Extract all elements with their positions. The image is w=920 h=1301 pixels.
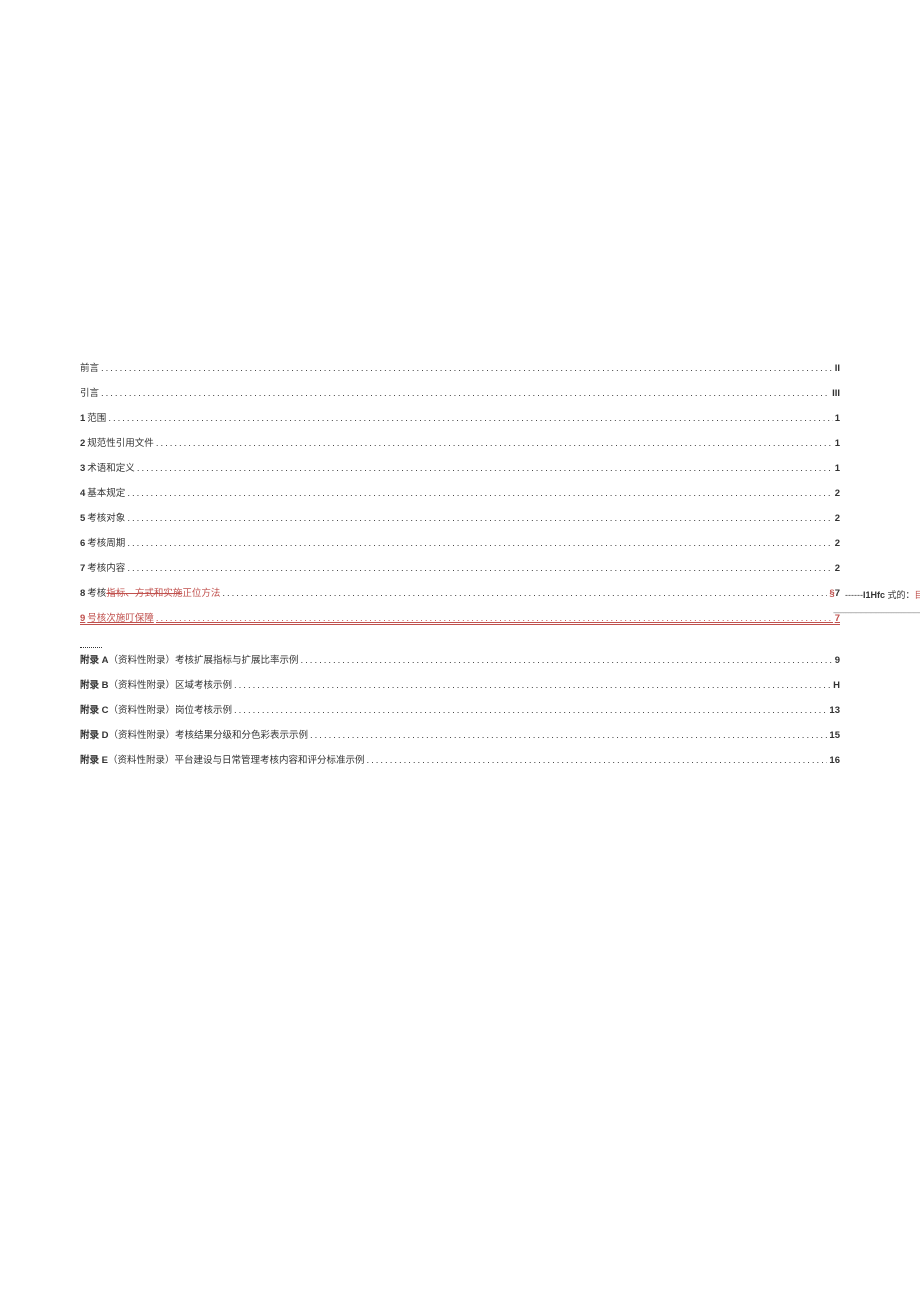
toc-entry-foreword: 前言 II [80,360,840,374]
toc-label: 6考核周期 [80,535,125,549]
toc-label: 2规范性引用文件 [80,435,154,449]
toc-leader-dots [301,655,833,666]
toc-entry-8: 8考核指标、方式和实施正位方法 §7 [80,585,840,599]
revision-spacing-note: ----------------------------------------… [833,605,920,618]
toc-leader-dots [127,488,832,499]
toc-page: §7 [829,588,840,599]
toc-leader-dots [101,388,830,399]
toc-label: 前言 [80,360,99,374]
toc-leader-dots [127,513,832,524]
toc-label: 4基本规定 [80,485,125,499]
toc-leader-dots [127,538,832,549]
toc-page: 2 [835,513,840,524]
toc-page: 1 [835,438,840,449]
toc-entry-appendix-c: 附录 C（资料性附录）岗位考核示例 13 [80,702,840,716]
toc-entry-appendix-e: 附录 E（资料性附录）平台建设与日常管理考核内容和评分标准示例 16 [80,752,840,766]
toc-page: H [833,680,840,691]
toc-leader-dots [367,755,828,766]
toc-label: 7考核内容 [80,560,125,574]
toc-page: 2 [835,538,840,549]
toc-entry-1: 1范围 1 [80,410,840,424]
leader-line: ------ [845,590,863,600]
toc-page: III [832,388,840,399]
dotted-fragment [80,636,840,648]
toc-label-revised: 9号核次施叮保障 [80,610,154,624]
toc-leader-dots [156,438,833,449]
revision-inserted-text: 正位方法 [182,588,220,599]
toc-leader-dots [222,588,827,599]
toc-leader-dots [101,363,833,374]
toc-label: 3术语和定义 [80,460,135,474]
toc-label: 5考核对象 [80,510,125,524]
toc-entry-9: 9号核次施叮保障 7 [80,610,840,625]
toc-entry-appendix-a: 附录 A（资料性附录）考核扩展指标与扩展比率示例 9 [80,652,840,666]
toc-container: 前言 II 引言 III 1范围 1 2规范性引用文件 1 3术语和定义 1 4… [0,0,840,766]
toc-leader-dots [156,613,833,624]
toc-label: 引言 [80,385,99,399]
toc-entry-appendix-d: 附录 D（资料性附录）考核结果分级和分色彩表示示例 15 [80,727,840,741]
toc-page: 13 [829,705,840,716]
toc-entry-appendix-b: 附录 B（资料性附录）区域考核示例 H [80,677,840,691]
toc-leader-dots [127,563,832,574]
toc-label: 附录 D（资料性附录）考核结果分级和分色彩表示示例 [80,727,308,741]
toc-page: 1 [835,463,840,474]
toc-label: 1范围 [80,410,106,424]
toc-page: 15 [829,730,840,741]
toc-label: 附录 B（资料性附录）区域考核示例 [80,677,232,691]
toc-entry-6: 6考核周期 2 [80,535,840,549]
toc-leader-dots [234,705,827,716]
revision-deleted-text: 指标、方式和实施 [106,588,182,599]
toc-leader-dots [137,463,833,474]
toc-page: 9 [835,655,840,666]
toc-entry-2: 2规范性引用文件 1 [80,435,840,449]
toc-label: 附录 C（资料性附录）岗位考核示例 [80,702,232,716]
toc-label: 附录 E（资料性附录）平台建设与日常管理考核内容和评分标准示例 [80,752,365,766]
toc-entry-7: 7考核内容 2 [80,560,840,574]
toc-leader-dots [108,413,832,424]
toc-leader-dots [310,730,827,741]
toc-entry-intro: 引言 III [80,385,840,399]
revision-balloon: ------I1Hfc 式的：目录 I.段落间距段前：3.9 硚, 段后： [845,588,920,601]
toc-label: 附录 A（资料性附录）考核扩展指标与扩展比率示例 [80,652,299,666]
toc-leader-dots [234,680,831,691]
toc-entry-3: 3术语和定义 1 [80,460,840,474]
toc-page: 1 [835,413,840,424]
toc-entry-5: 5考核对象 2 [80,510,840,524]
toc-page: 2 [835,563,840,574]
toc-page: 16 [829,755,840,766]
toc-entry-4: 4基本规定 2 [80,485,840,499]
toc-label: 8考核指标、方式和实施正位方法 [80,585,220,599]
toc-page: 2 [835,488,840,499]
toc-page: II [835,363,840,374]
